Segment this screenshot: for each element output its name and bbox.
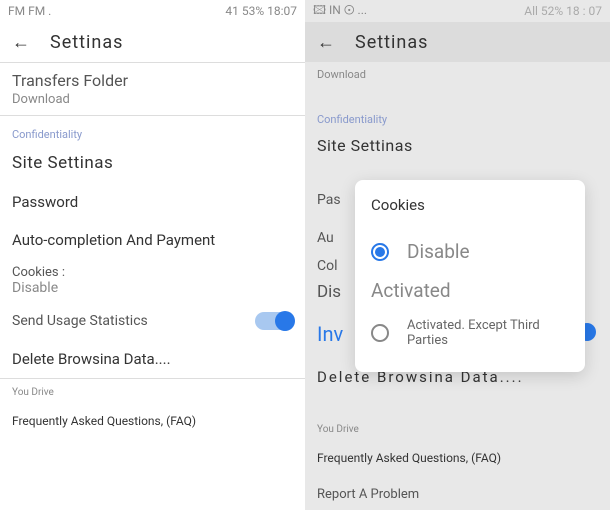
behind-password: Pas bbox=[305, 186, 353, 214]
status-right: 41 53% 18:07 bbox=[225, 4, 297, 18]
left-screen: FM FM . 41 53% 18:07 ← Settinas Transfer… bbox=[0, 0, 305, 510]
radio-icon bbox=[371, 324, 389, 342]
back-arrow-icon[interactable]: ← bbox=[317, 32, 335, 53]
status-right: All 52% 18 : 07 bbox=[524, 4, 602, 18]
you-drive-label: You Drive bbox=[0, 379, 305, 406]
password-item[interactable]: Password bbox=[0, 183, 305, 221]
site-settings-item[interactable]: Site Settinas bbox=[305, 128, 610, 163]
radio-option-activated[interactable]: Activated bbox=[321, 271, 569, 310]
transfers-sub: Download bbox=[12, 92, 293, 107]
site-settings-item[interactable]: Site Settinas bbox=[0, 143, 305, 183]
send-stats-toggle[interactable] bbox=[255, 312, 293, 330]
send-stats-label: Send Usage Statistics bbox=[12, 313, 148, 329]
back-arrow-icon[interactable]: ← bbox=[12, 32, 30, 53]
send-stats-row: Send Usage Statistics bbox=[0, 302, 305, 340]
you-drive-label: You Drive bbox=[305, 416, 610, 443]
page-title: Settinas bbox=[50, 32, 123, 53]
cookies-item[interactable]: Cookies : Disable bbox=[0, 259, 305, 302]
status-left: 🖾 IN ⊙ ... bbox=[313, 1, 367, 22]
page-title: Settinas bbox=[355, 32, 428, 53]
confidentiality-label: Confidentiality bbox=[305, 111, 610, 128]
faq-item[interactable]: Frequently Asked Questions, (FAQ) bbox=[0, 406, 305, 436]
radio-option-except-third[interactable]: Activated. Except Third Parties bbox=[371, 310, 569, 356]
confidentiality-label: Confidentiality bbox=[0, 126, 305, 143]
app-bar: ← Settinas bbox=[305, 22, 610, 62]
report-problem-item[interactable]: Report A Problem bbox=[305, 473, 610, 510]
download-item: Download bbox=[305, 62, 610, 87]
faq-item[interactable]: Frequently Asked Questions, (FAQ) bbox=[305, 443, 610, 473]
auto-completion-item[interactable]: Auto-completion And Payment bbox=[0, 221, 305, 259]
radio-label: Activated. Except Third Parties bbox=[407, 318, 569, 348]
status-bar: 🖾 IN ⊙ ... All 52% 18 : 07 bbox=[305, 0, 610, 22]
cookies-label: Cookies : bbox=[12, 265, 293, 280]
radio-label: Disable bbox=[407, 240, 470, 263]
status-left: FM FM . bbox=[8, 4, 51, 18]
divider bbox=[0, 115, 305, 116]
dialog-title: Cookies bbox=[371, 196, 569, 214]
cookies-value: Disable bbox=[12, 280, 293, 296]
radio-label: Activated bbox=[371, 279, 451, 302]
behind-auto: Au bbox=[305, 224, 346, 252]
app-bar: ← Settinas bbox=[0, 22, 305, 62]
radio-icon bbox=[371, 243, 389, 261]
delete-browsing-item[interactable]: Delete Browsina Data.... bbox=[0, 340, 305, 378]
transfers-title: Transfers Folder bbox=[12, 71, 293, 90]
radio-option-disable[interactable]: Disable bbox=[371, 232, 569, 271]
behind-inv: Inv bbox=[305, 316, 355, 352]
right-screen: 🖾 IN ⊙ ... All 52% 18 : 07 ← Settinas Do… bbox=[305, 0, 610, 510]
status-bar: FM FM . 41 53% 18:07 bbox=[0, 0, 305, 22]
toggle-thumb bbox=[275, 311, 295, 331]
transfers-folder-item[interactable]: Transfers Folder Download bbox=[0, 63, 305, 115]
cookies-dialog: Cookies Disable Activated Activated. Exc… bbox=[355, 180, 585, 372]
